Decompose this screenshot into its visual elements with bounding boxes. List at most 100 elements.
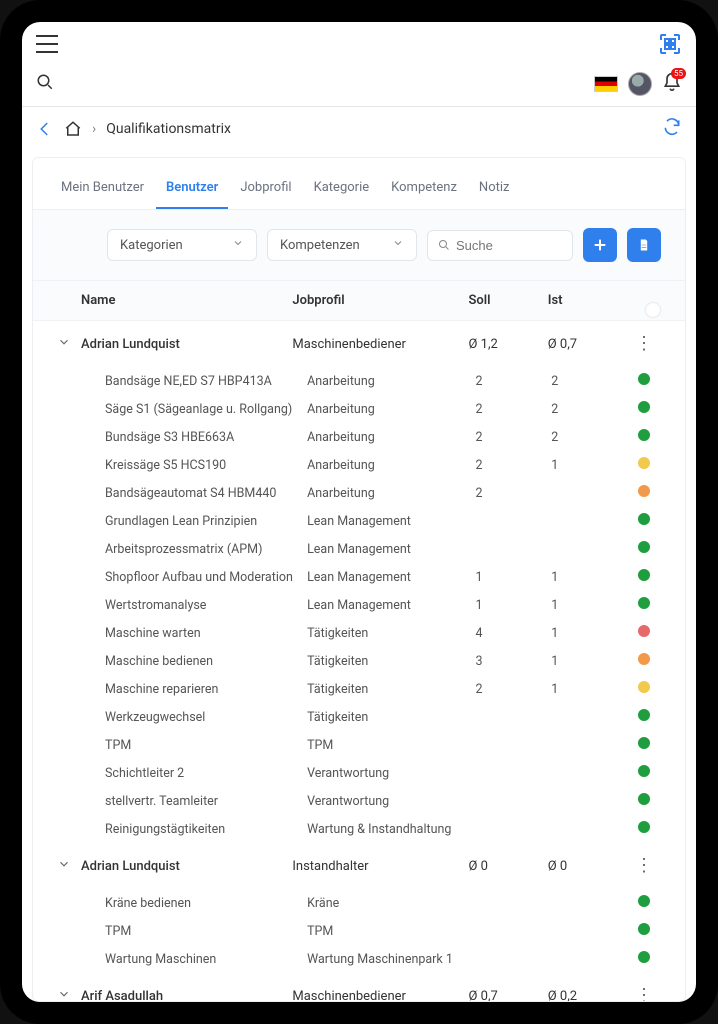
- row-job: Anarbeitung: [307, 486, 475, 501]
- competence-select[interactable]: Kompetenzen: [267, 229, 417, 261]
- notifications-icon[interactable]: 55: [662, 72, 682, 96]
- breadcrumb-title: Qualifikationsmatrix: [106, 121, 231, 137]
- row-ist: 1: [551, 626, 627, 641]
- row-ist: 1: [551, 598, 627, 613]
- group-job: Maschinenbediener: [292, 989, 468, 1003]
- column-header-ist[interactable]: Ist: [548, 293, 627, 308]
- table-row[interactable]: Bandsäge NE,ED S7 HBP413AAnarbeitung22: [33, 367, 685, 395]
- add-button[interactable]: [583, 228, 617, 262]
- row-ist: 2: [551, 402, 627, 417]
- table-row[interactable]: Säge S1 (Sägeanlage u. Rollgang)Anarbeit…: [33, 395, 685, 423]
- table-row[interactable]: Wartung MaschinenWartung Maschinenpark 1: [33, 945, 685, 973]
- avatar[interactable]: [628, 72, 652, 96]
- chevron-down-icon: [232, 237, 244, 253]
- competence-select-label: Kompetenzen: [280, 238, 360, 253]
- table-row[interactable]: Bandsägeautomat S4 HBM440Anarbeitung2: [33, 479, 685, 507]
- row-job: Anarbeitung: [307, 458, 475, 473]
- group-job: Instandhalter: [292, 859, 468, 874]
- row-job: Verantwortung: [307, 794, 475, 809]
- row-menu-icon[interactable]: ⋮: [635, 985, 653, 1002]
- row-job: Verantwortung: [307, 766, 475, 781]
- row-soll: 1: [475, 570, 551, 585]
- status-dot: [638, 895, 650, 907]
- table-row[interactable]: Kräne bedienenKräne: [33, 889, 685, 917]
- back-icon[interactable]: [36, 120, 54, 138]
- table-row[interactable]: Schichtleiter 2Verantwortung: [33, 759, 685, 787]
- row-name: Grundlagen Lean Prinzipien: [81, 514, 307, 529]
- row-job: Wartung Maschinenpark 1: [307, 952, 475, 967]
- table-row[interactable]: Maschine reparierenTätigkeiten21: [33, 675, 685, 703]
- group-soll: Ø 0,7: [468, 989, 547, 1003]
- table-row[interactable]: Kreissäge S5 HCS190Anarbeitung21: [33, 451, 685, 479]
- row-name: Kräne bedienen: [81, 896, 307, 911]
- table-group-row[interactable]: Adrian LundquistInstandhalterØ 0Ø 0⋮: [33, 843, 685, 889]
- menu-icon[interactable]: [36, 35, 58, 53]
- row-name: TPM: [81, 924, 307, 939]
- row-ist: 2: [551, 374, 627, 389]
- column-header-name[interactable]: Name: [81, 293, 292, 308]
- table-row[interactable]: TPMTPM: [33, 917, 685, 945]
- home-icon[interactable]: [64, 120, 82, 138]
- row-name: Kreissäge S5 HCS190: [81, 458, 307, 473]
- table-group-row[interactable]: Adrian LundquistMaschinenbedienerØ 1,2Ø …: [33, 321, 685, 367]
- group-name: Adrian Lundquist: [81, 337, 292, 352]
- refresh-icon[interactable]: [662, 117, 682, 141]
- table-row[interactable]: Bundsäge S3 HBE663AAnarbeitung22: [33, 423, 685, 451]
- row-soll: 3: [475, 654, 551, 669]
- row-name: Maschine bedienen: [81, 654, 307, 669]
- expand-icon[interactable]: [57, 987, 81, 1002]
- row-soll: 2: [475, 486, 551, 501]
- row-ist: 1: [551, 458, 627, 473]
- row-ist: 2: [551, 430, 627, 445]
- search-input[interactable]: [456, 238, 562, 253]
- table-row[interactable]: Arbeitsprozessmatrix (APM)Lean Managemen…: [33, 535, 685, 563]
- row-job: Kräne: [307, 896, 475, 911]
- row-soll: 2: [475, 402, 551, 417]
- tab-kompetenz[interactable]: Kompetenz: [381, 172, 467, 209]
- table-row[interactable]: Maschine bedienenTätigkeiten31: [33, 647, 685, 675]
- row-name: Bundsäge S3 HBE663A: [81, 430, 307, 445]
- table-row[interactable]: stellvertr. TeamleiterVerantwortung: [33, 787, 685, 815]
- language-flag-de[interactable]: [594, 76, 618, 92]
- expand-icon[interactable]: [57, 857, 81, 875]
- status-dot: [638, 653, 650, 665]
- expand-icon[interactable]: [57, 335, 81, 353]
- table-group-row[interactable]: Arif AsadullahMaschinenbedienerØ 0,7Ø 0,…: [33, 973, 685, 1002]
- row-ist: 1: [551, 654, 627, 669]
- table-row[interactable]: WerkzeugwechselTätigkeiten: [33, 703, 685, 731]
- tab-jobprofil[interactable]: Jobprofil: [230, 172, 301, 209]
- row-job: Tätigkeiten: [307, 626, 475, 641]
- row-soll: 1: [475, 598, 551, 613]
- row-job: Anarbeitung: [307, 374, 475, 389]
- table-row[interactable]: TPMTPM: [33, 731, 685, 759]
- tab-benutzer[interactable]: Benutzer: [156, 172, 228, 209]
- column-header-job[interactable]: Jobprofil: [292, 293, 468, 308]
- row-name: Säge S1 (Sägeanlage u. Rollgang): [81, 402, 307, 417]
- table-row[interactable]: ReinigungstägtikeitenWartung & Instandha…: [33, 815, 685, 843]
- tab-kategorie[interactable]: Kategorie: [304, 172, 380, 209]
- tab-mein-benutzer[interactable]: Mein Benutzer: [51, 172, 154, 209]
- export-button[interactable]: [627, 228, 661, 262]
- table-row[interactable]: Maschine wartenTätigkeiten41: [33, 619, 685, 647]
- table-row[interactable]: Grundlagen Lean PrinzipienLean Managemen…: [33, 507, 685, 535]
- status-dot: [638, 597, 650, 609]
- row-name: stellvertr. Teamleiter: [81, 794, 307, 809]
- search-icon[interactable]: [36, 73, 54, 95]
- row-menu-icon[interactable]: ⋮: [635, 333, 653, 354]
- search-input-wrapper[interactable]: [427, 230, 573, 261]
- qr-scan-icon[interactable]: [658, 32, 682, 56]
- row-menu-icon[interactable]: ⋮: [635, 855, 653, 876]
- tab-notiz[interactable]: Notiz: [469, 172, 520, 209]
- group-soll: Ø 0: [468, 859, 547, 874]
- row-job: Lean Management: [307, 514, 475, 529]
- table-row[interactable]: WertstromanalyseLean Management11: [33, 591, 685, 619]
- category-select[interactable]: Kategorien: [107, 229, 257, 261]
- search-icon: [438, 238, 450, 252]
- category-select-label: Kategorien: [120, 238, 183, 253]
- row-soll: 4: [475, 626, 551, 641]
- row-job: Tätigkeiten: [307, 682, 475, 697]
- row-name: TPM: [81, 738, 307, 753]
- status-dot: [638, 457, 650, 469]
- column-header-soll[interactable]: Soll: [468, 293, 547, 308]
- table-row[interactable]: Shopfloor Aufbau und ModerationLean Mana…: [33, 563, 685, 591]
